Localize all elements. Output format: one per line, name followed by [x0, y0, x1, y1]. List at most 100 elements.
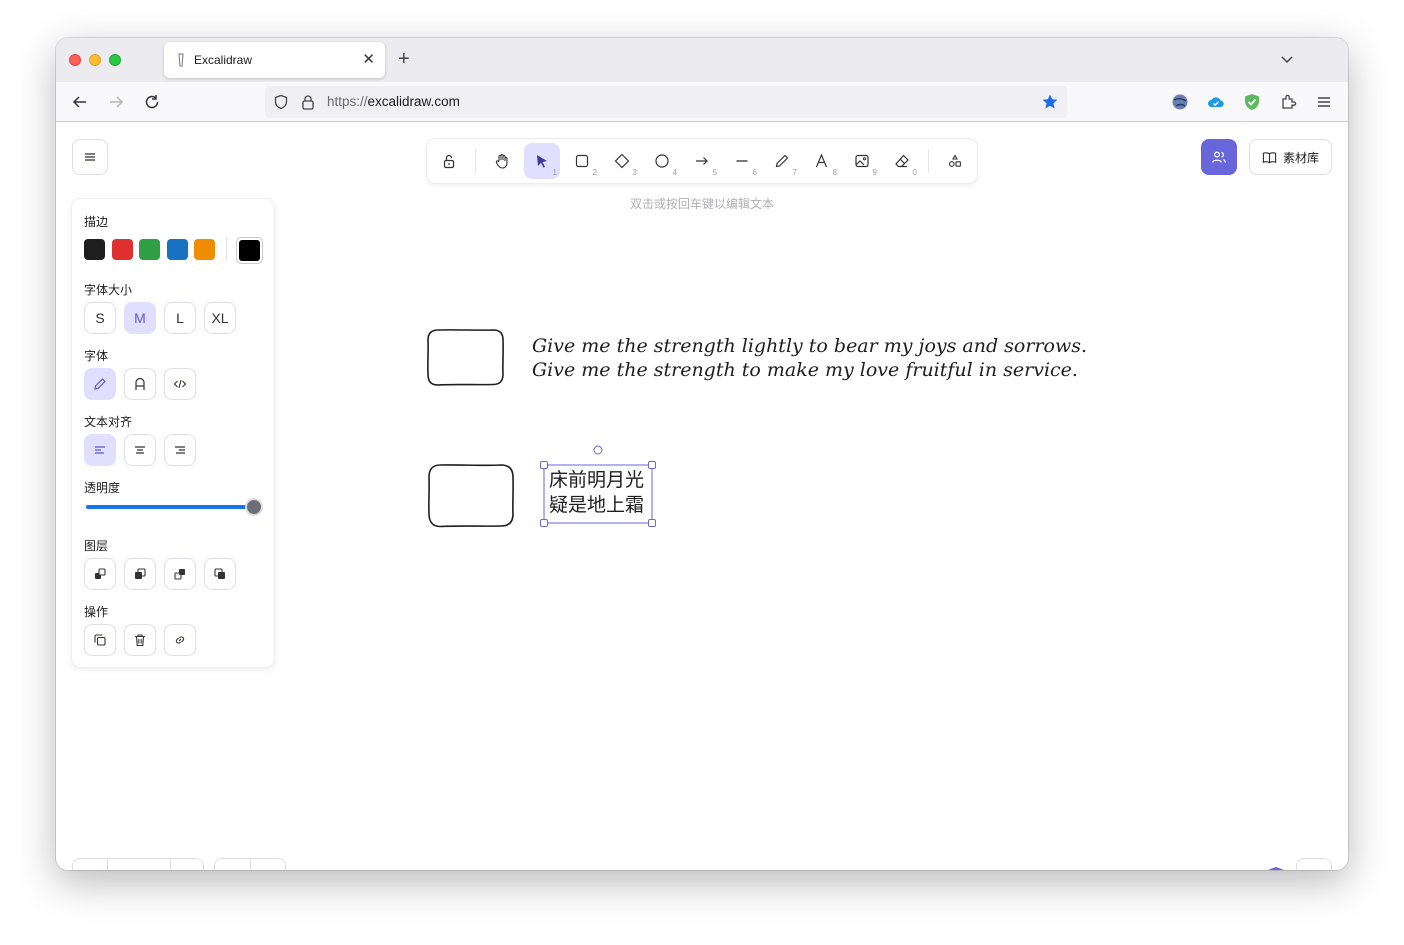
new-tab-button[interactable]: +: [398, 49, 410, 69]
hand-tool-button[interactable]: [484, 143, 520, 179]
zoom-level[interactable]: 100%: [108, 859, 170, 871]
encryption-shield-icon[interactable]: [1268, 866, 1284, 870]
font-size-xl-button[interactable]: XL: [204, 302, 236, 334]
image-tool-button[interactable]: 9: [844, 143, 880, 179]
align-center-button[interactable]: [124, 434, 156, 466]
eraser-icon: [895, 154, 909, 168]
canvas-chinese-text[interactable]: 床前明月光 疑是地上霜: [549, 468, 644, 518]
library-button[interactable]: 素材库: [1249, 139, 1332, 175]
send-backward-icon: [135, 568, 146, 579]
chevron-down-icon[interactable]: [1280, 52, 1294, 66]
more-tools-button[interactable]: [937, 143, 973, 179]
layers-label: 图层: [84, 539, 109, 553]
send-to-back-icon: [95, 568, 106, 579]
opacity-slider-thumb[interactable]: [245, 498, 263, 516]
tool-shortcut-key: 3: [632, 168, 637, 177]
send-to-back-button[interactable]: [84, 558, 116, 590]
current-stroke-color[interactable]: [236, 237, 263, 264]
diamond-tool-button[interactable]: 3: [604, 143, 640, 179]
text-align-label: 文本对齐: [84, 415, 133, 429]
stroke-color-red[interactable]: [112, 239, 133, 260]
excalidraw-favicon-icon: [178, 53, 184, 67]
bring-forward-icon: [174, 569, 185, 580]
maximize-window-button[interactable]: [109, 54, 121, 66]
reload-icon[interactable]: [143, 93, 161, 111]
swatch-divider: [226, 237, 227, 261]
eraser-tool-button[interactable]: 0: [884, 143, 920, 179]
minimize-window-button[interactable]: [89, 54, 101, 66]
lock-tool-button[interactable]: [431, 143, 467, 179]
canvas-text-line[interactable]: Give me the strength lightly to bear my …: [532, 335, 1087, 357]
stroke-color-orange[interactable]: [194, 239, 215, 260]
extensions-puzzle-icon[interactable]: [1279, 93, 1297, 111]
font-normal-button[interactable]: [124, 368, 156, 400]
rectangle-tool-button[interactable]: 2: [564, 143, 600, 179]
send-backward-button[interactable]: [124, 558, 156, 590]
link-button[interactable]: [164, 624, 196, 656]
canvas-text-line[interactable]: Give me the strength to make my love fru…: [532, 359, 1078, 381]
line-icon: [736, 160, 748, 162]
tab-close-icon[interactable]: ✕: [362, 51, 375, 69]
address-bar[interactable]: https://excalidraw.com: [265, 86, 1067, 118]
zoom-in-button[interactable]: +: [170, 859, 204, 870]
bring-to-front-button[interactable]: [204, 558, 236, 590]
bring-forward-button[interactable]: [164, 558, 196, 590]
font-size-s-button[interactable]: S: [84, 302, 116, 334]
font-code-button[interactable]: [164, 368, 196, 400]
collaborate-button[interactable]: [1201, 139, 1237, 175]
zoom-out-button[interactable]: −: [73, 859, 108, 870]
redo-button[interactable]: [251, 859, 286, 870]
current-color-fill: [239, 240, 260, 261]
arrow-tool-button[interactable]: 5: [684, 143, 720, 179]
text-tool-button[interactable]: 8: [804, 143, 840, 179]
stroke-color-green[interactable]: [139, 239, 160, 260]
lock-icon[interactable]: [301, 94, 315, 110]
extension-globe-icon[interactable]: [1171, 93, 1189, 111]
ellipse-icon: [655, 154, 669, 168]
duplicate-icon: [94, 634, 106, 646]
selection-tool-button[interactable]: 1: [524, 143, 560, 179]
font-size-m-button[interactable]: M: [124, 302, 156, 334]
toolbar-divider: [475, 149, 476, 173]
tab-bar: Excalidraw ✕ +: [56, 38, 1348, 82]
hamburger-menu-icon[interactable]: [1315, 93, 1333, 111]
main-menu-button[interactable]: [72, 139, 108, 175]
pointer-arrow-icon: [537, 155, 547, 168]
letter-a-icon: [135, 377, 145, 390]
delete-button[interactable]: [124, 624, 156, 656]
tool-shortcut-key: 5: [712, 168, 717, 177]
tool-shortcut-key: 0: [912, 168, 917, 177]
ellipse-tool-button[interactable]: 4: [644, 143, 680, 179]
font-hand-drawn-button[interactable]: [84, 368, 116, 400]
nav-bar: https://excalidraw.com: [56, 82, 1348, 122]
bookmark-star-icon[interactable]: [1041, 93, 1059, 111]
back-arrow-icon[interactable]: [71, 93, 89, 111]
bring-to-front-icon: [214, 568, 225, 579]
cloud-extension-icon[interactable]: [1207, 93, 1225, 111]
draw-tool-button[interactable]: 7: [764, 143, 800, 179]
opacity-slider-track[interactable]: [86, 505, 256, 509]
tool-shortcut-key: 8: [832, 168, 837, 177]
align-left-button[interactable]: [84, 434, 116, 466]
canvas-rectangle[interactable]: [426, 328, 506, 388]
line-tool-button[interactable]: 6: [724, 143, 760, 179]
help-button[interactable]: [1296, 858, 1332, 870]
help-circle-icon: [1313, 869, 1315, 870]
canvas-rectangle[interactable]: [427, 463, 517, 529]
tracking-shield-icon[interactable]: [273, 94, 289, 110]
align-right-button[interactable]: [164, 434, 196, 466]
close-window-button[interactable]: [69, 54, 81, 66]
stroke-color-black[interactable]: [84, 239, 105, 260]
undo-arrow-icon: [226, 869, 240, 870]
tab-excalidraw[interactable]: Excalidraw ✕: [164, 42, 385, 78]
duplicate-button[interactable]: [84, 624, 116, 656]
stroke-color-blue[interactable]: [167, 239, 188, 260]
properties-panel: 描边 字体大小 S M L XL 字体 文本对齐 透明度 图层 操作: [72, 199, 274, 667]
tool-shortcut-key: 4: [672, 168, 677, 177]
font-size-l-button[interactable]: L: [164, 302, 196, 334]
url-scheme: https://: [327, 94, 368, 109]
rectangle-icon: [575, 154, 589, 168]
forward-arrow-icon[interactable]: [107, 93, 125, 111]
adguard-shield-icon[interactable]: [1243, 93, 1261, 111]
undo-button[interactable]: [215, 859, 251, 870]
